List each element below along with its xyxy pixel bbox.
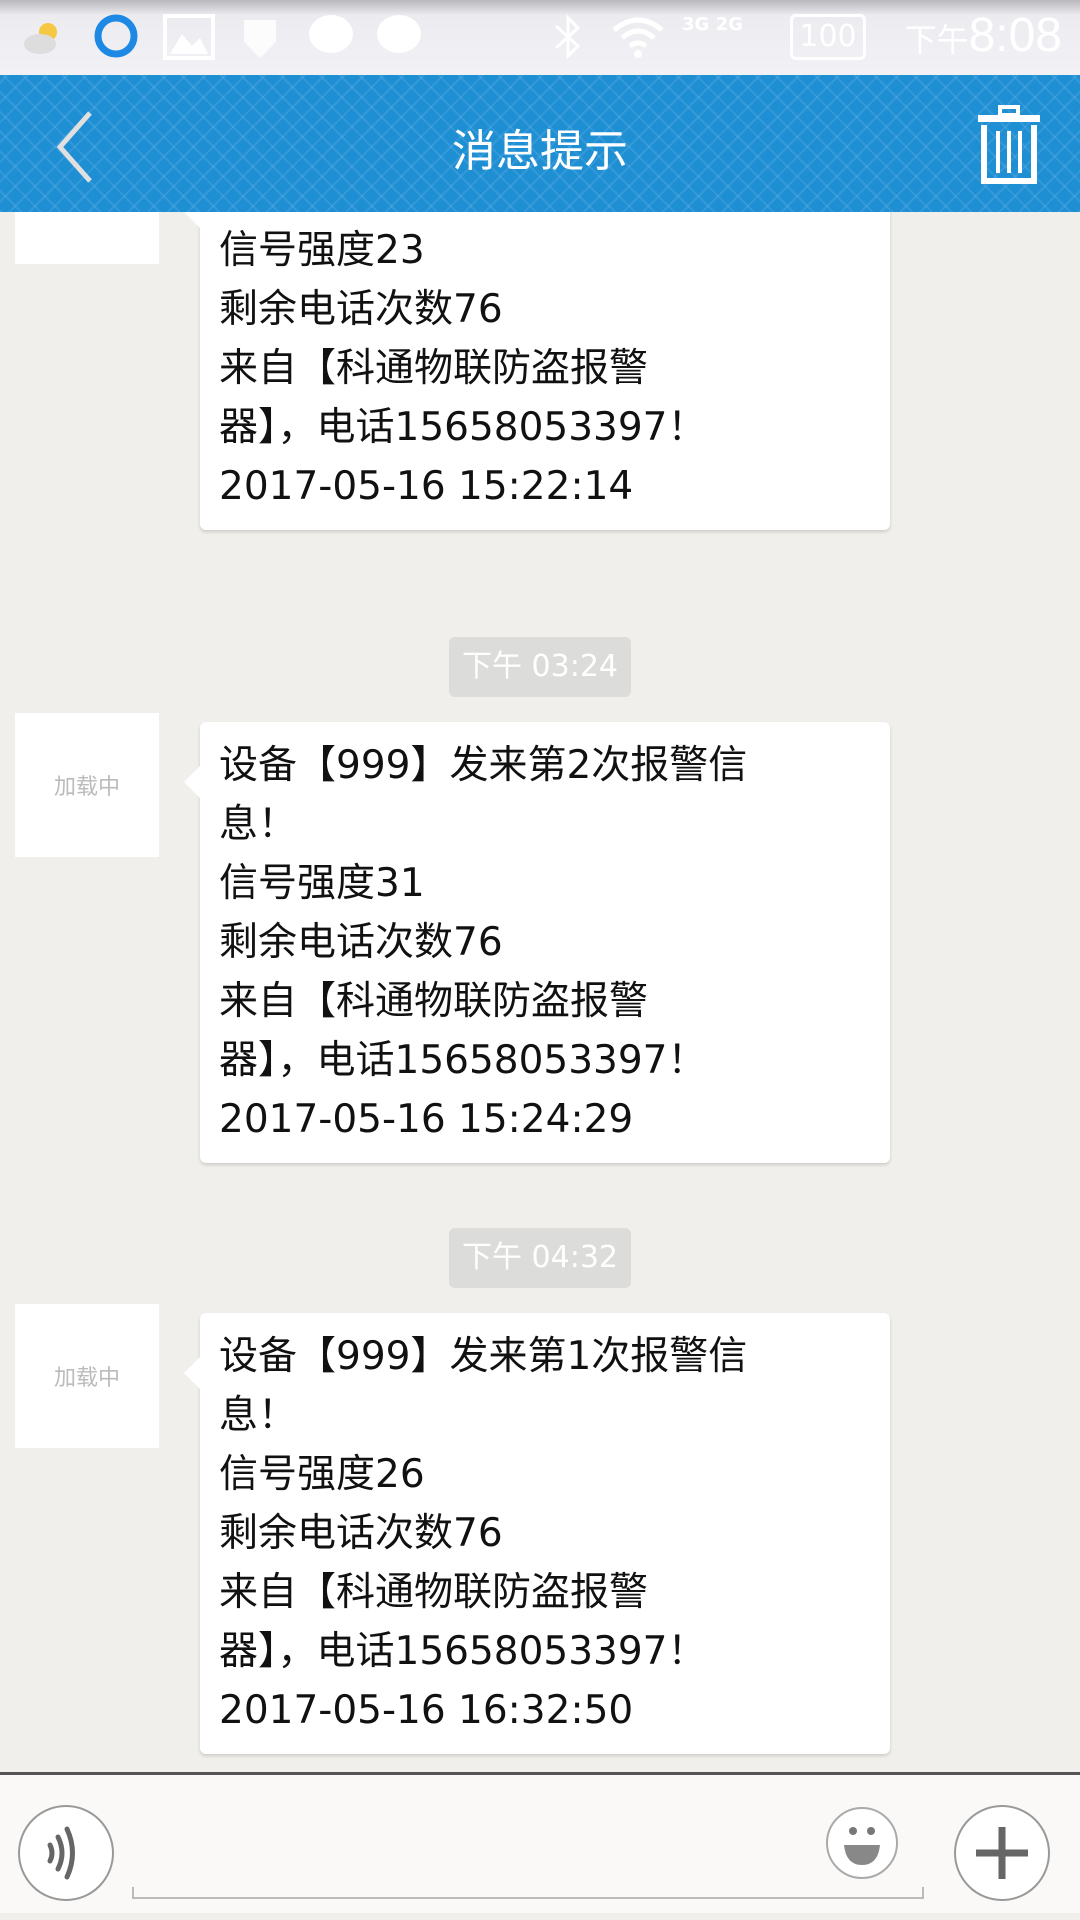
time-chip: 下午 03:24 — [449, 637, 631, 697]
message-bubble[interactable]: 设备【999】发来第1次报警信 息！ 信号强度26 剩余电话次数76 来自【科通… — [184, 1313, 890, 1754]
voice-icon — [47, 1826, 75, 1880]
input-bar — [0, 1772, 1080, 1913]
header: 消息提示 — [0, 75, 1080, 212]
browser-icon — [94, 14, 138, 58]
trash-icon[interactable] — [976, 105, 1042, 185]
plus-icon — [976, 1827, 1028, 1879]
status-bar: 3G 2G 100 下午8:08 — [0, 0, 1080, 75]
avatar[interactable]: 加载中 — [15, 713, 159, 857]
message-bubble[interactable]: 息！ 信号强度23 剩余电话次数76 来自【科通物联防盗报警 器】，电话1565… — [184, 212, 890, 530]
gallery-icon — [163, 14, 215, 60]
message-input[interactable] — [132, 1887, 924, 1899]
emoji-icon — [844, 1827, 880, 1865]
time-chip: 下午 04:32 — [449, 1228, 631, 1288]
battery-icon: 100 — [790, 14, 866, 60]
emoji-button[interactable] — [826, 1807, 898, 1879]
message-bubble[interactable]: 设备【999】发来第2次报警信 息！ 信号强度31 剩余电话次数76 来自【科通… — [184, 722, 890, 1163]
signal-icon: 3G 2G — [682, 14, 743, 35]
plus-button[interactable] — [954, 1805, 1050, 1901]
bluetooth-icon — [554, 14, 581, 60]
wifi-icon — [612, 17, 664, 58]
message-list[interactable]: 息！ 信号强度23 剩余电话次数76 来自【科通物联防盗报警 器】，电话1565… — [0, 212, 1080, 1772]
avatar[interactable]: 加载中 — [15, 1304, 159, 1448]
page-title: 消息提示 — [452, 126, 628, 177]
voice-button[interactable] — [18, 1805, 114, 1901]
message-icon — [377, 15, 421, 53]
clock: 下午8:08 — [904, 9, 1062, 62]
weather-icon — [24, 23, 57, 54]
avatar[interactable] — [15, 212, 159, 264]
message-icon — [309, 15, 353, 53]
shield-icon — [244, 20, 276, 58]
